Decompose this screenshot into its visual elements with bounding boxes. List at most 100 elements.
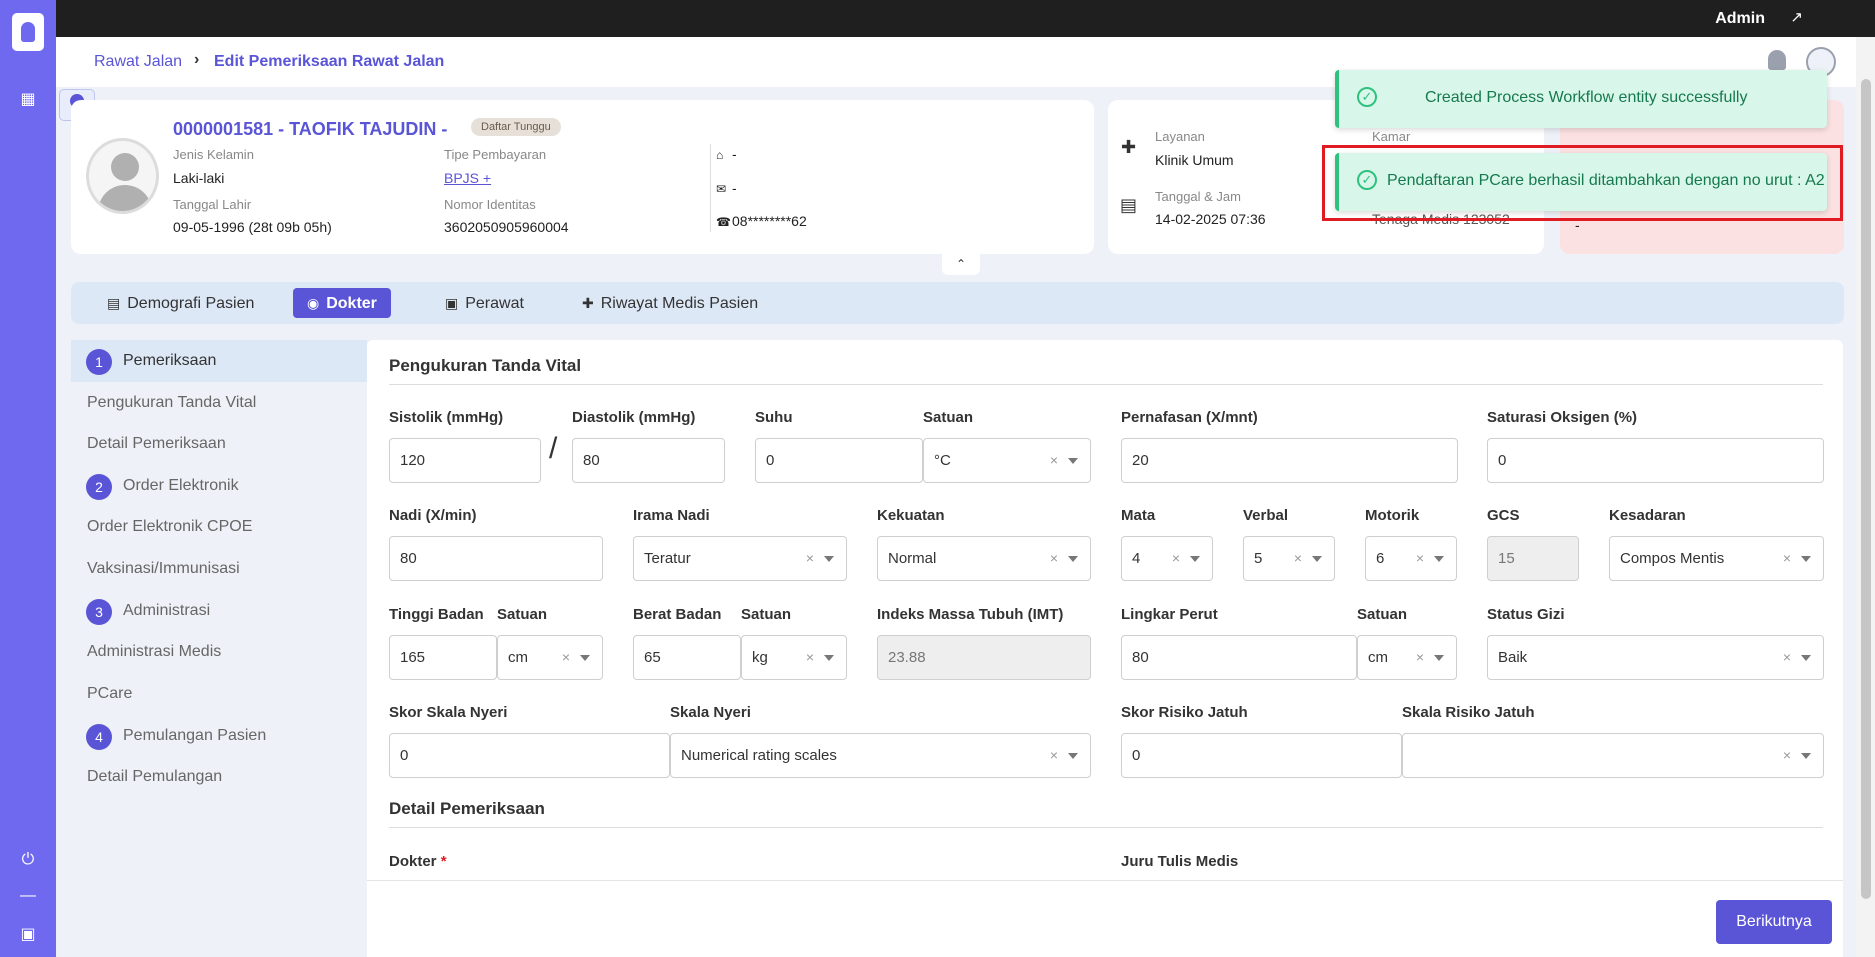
check-circle-icon: ✓ — [1357, 87, 1377, 107]
suhu-input[interactable]: 0 — [755, 438, 923, 483]
suhu-satuan-select[interactable]: °C × — [923, 438, 1091, 483]
step-sub-item[interactable]: Detail Pemulangan — [87, 768, 222, 786]
select-value: 6 — [1376, 550, 1385, 567]
mata-select[interactable]: 4 × — [1121, 536, 1213, 581]
lingkar-input[interactable]: 80 — [1121, 635, 1357, 680]
gizi-label: Status Gizi — [1487, 606, 1565, 623]
chevron-down-icon[interactable] — [1190, 556, 1200, 562]
tinggi-input[interactable]: 165 — [389, 635, 497, 680]
chevron-down-icon[interactable] — [1434, 556, 1444, 562]
clear-icon[interactable]: × — [562, 636, 570, 679]
panel-icon[interactable]: ▣ — [18, 925, 38, 945]
mata-label: Mata — [1121, 507, 1156, 524]
chevron-down-icon[interactable] — [1068, 556, 1078, 562]
diastolik-input[interactable]: 80 — [572, 438, 725, 483]
select-value: Teratur — [644, 550, 691, 567]
app-logo-icon[interactable] — [12, 13, 44, 51]
kekuatan-select[interactable]: Normal × — [877, 536, 1091, 581]
collapse-chevron-up-icon[interactable]: ⌃ — [942, 253, 980, 275]
step-pemeriksaan[interactable]: 1 Pemeriksaan — [71, 340, 367, 382]
payment-link[interactable]: BPJS + — [444, 170, 491, 186]
clear-icon[interactable]: × — [1050, 537, 1058, 580]
lingkar-satuan-select[interactable]: cm × — [1357, 635, 1457, 680]
step-sub-item[interactable]: Pengukuran Tanda Vital — [87, 394, 256, 412]
kesadaran-select[interactable]: Compos Mentis × — [1609, 536, 1824, 581]
next-button[interactable]: Berikutnya — [1716, 900, 1832, 944]
skala-nyeri-select[interactable]: Numerical rating scales × — [670, 733, 1091, 778]
chevron-down-icon[interactable] — [1801, 655, 1811, 661]
juru-label: Juru Tulis Medis — [1121, 853, 1239, 870]
tab-dokter[interactable]: ◉ Dokter — [293, 288, 391, 318]
step-label: Administrasi — [123, 602, 211, 619]
clear-icon[interactable]: × — [1783, 734, 1791, 777]
scrollbar[interactable] — [1856, 37, 1875, 957]
motorik-select[interactable]: 6 × — [1365, 536, 1457, 581]
tab-bar: ▤ Demografi Pasien ◉ Dokter ▣ Perawat ✚ Riwa… — [71, 282, 1844, 324]
scrollbar-thumb[interactable] — [1861, 79, 1871, 899]
skor-jatuh-input[interactable]: 0 — [1121, 733, 1402, 778]
gizi-select[interactable]: Baik × — [1487, 635, 1824, 680]
chevron-down-icon[interactable] — [824, 655, 834, 661]
irama-select[interactable]: Teratur × — [633, 536, 847, 581]
step-sub-item[interactable]: Order Elektronik CPOE — [87, 518, 252, 536]
power-icon[interactable]: ⏻ — [18, 850, 38, 870]
skala-jatuh-select[interactable]: × — [1402, 733, 1824, 778]
clear-icon[interactable]: × — [1783, 636, 1791, 679]
select-value: Compos Mentis — [1620, 550, 1725, 567]
email-value: - — [732, 180, 737, 196]
saturasi-input[interactable]: 0 — [1487, 438, 1824, 483]
grid-menu-icon[interactable]: ▦ — [18, 90, 38, 110]
clear-icon[interactable]: × — [1416, 636, 1424, 679]
external-link-icon[interactable]: ↗ — [1790, 8, 1803, 26]
select-value: cm — [508, 649, 528, 666]
gender-label: Jenis Kelamin — [173, 147, 254, 162]
tinggi-satuan-select[interactable]: cm × — [497, 635, 603, 680]
toast-success[interactable]: ✓ Created Process Workflow entity succes… — [1335, 70, 1827, 128]
chevron-down-icon[interactable] — [1801, 556, 1811, 562]
chevron-down-icon[interactable] — [1068, 753, 1078, 759]
user-name[interactable]: Admin — [1715, 10, 1765, 28]
tab-perawat[interactable]: ▣ Perawat — [431, 288, 538, 318]
pernafasan-input[interactable]: 20 — [1121, 438, 1458, 483]
chevron-down-icon[interactable] — [824, 556, 834, 562]
skor-nyeri-input[interactable]: 0 — [389, 733, 670, 778]
clear-icon[interactable]: × — [1416, 537, 1424, 580]
step-sub-item[interactable]: PCare — [87, 685, 132, 703]
chevron-down-icon[interactable] — [1068, 458, 1078, 464]
chevron-down-icon[interactable] — [1312, 556, 1322, 562]
sistolik-input[interactable]: 120 — [389, 438, 541, 483]
berat-input[interactable]: 65 — [633, 635, 741, 680]
divider — [710, 144, 711, 232]
chevron-down-icon[interactable] — [1801, 753, 1811, 759]
chevron-down-icon[interactable] — [1434, 655, 1444, 661]
verbal-select[interactable]: 5 × — [1243, 536, 1335, 581]
bell-icon[interactable] — [1768, 50, 1786, 70]
breadcrumb-current: Edit Pemeriksaan Rawat Jalan — [214, 53, 445, 70]
step-sub-item[interactable]: Vaksinasi/Immunisasi — [87, 560, 240, 578]
clear-icon[interactable]: × — [1294, 537, 1302, 580]
step-sub-item[interactable]: Administrasi Medis — [87, 643, 221, 661]
tab-label: Riwayat Medis Pasien — [600, 295, 759, 312]
tab-demografi[interactable]: ▤ Demografi Pasien — [93, 288, 268, 318]
step-administrasi[interactable]: 3 Administrasi — [71, 590, 367, 632]
toast-message: Created Process Workflow entity successf… — [1425, 89, 1748, 106]
berat-satuan-select[interactable]: kg × — [741, 635, 847, 680]
clear-icon[interactable]: × — [1050, 439, 1058, 482]
clear-icon[interactable]: × — [806, 636, 814, 679]
tab-label: Dokter — [326, 295, 377, 312]
phone-row: ☎08********62 — [716, 213, 807, 229]
chevron-down-icon[interactable] — [580, 655, 590, 661]
tab-riwayat[interactable]: ✚ Riwayat Medis Pasien — [568, 288, 772, 318]
clear-icon[interactable]: × — [1050, 734, 1058, 777]
step-sub-item[interactable]: Detail Pemeriksaan — [87, 435, 226, 453]
clear-icon[interactable]: × — [1172, 537, 1180, 580]
irama-label: Irama Nadi — [633, 507, 710, 524]
step-pemulangan[interactable]: 4 Pemulangan Pasien — [71, 715, 367, 757]
nadi-input[interactable]: 80 — [389, 536, 603, 581]
dob-value: 09-05-1996 (28t 09b 05h) — [173, 219, 332, 235]
clear-icon[interactable]: × — [1783, 537, 1791, 580]
id-label: Nomor Identitas — [444, 197, 536, 212]
clear-icon[interactable]: × — [806, 537, 814, 580]
breadcrumb-parent[interactable]: Rawat Jalan — [94, 53, 182, 71]
step-order[interactable]: 2 Order Elektronik — [71, 465, 367, 507]
